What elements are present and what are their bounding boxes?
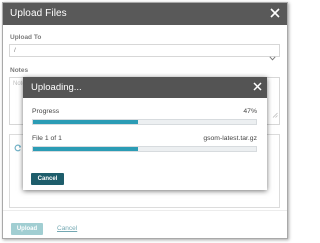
file-name: gsom-latest.tar.gz — [203, 135, 257, 142]
overall-progress-fill — [33, 120, 138, 124]
modal-titlebar: Uploading... — [23, 77, 267, 98]
file-progress-fill — [33, 147, 138, 151]
file-count-label: File 1 of 1 — [32, 135, 62, 142]
close-icon[interactable] — [252, 81, 263, 92]
modal-cancel-button[interactable]: Cancel — [31, 173, 64, 185]
dialog-title: Upload Files — [10, 8, 67, 19]
dialog-titlebar: Upload Files — [3, 3, 287, 25]
file-progress-bar — [32, 146, 257, 152]
progress-label: Progress — [32, 108, 60, 115]
overall-progress-bar — [32, 119, 257, 125]
uploading-modal: Uploading... Progress 47% File 1 of 1 gs… — [23, 77, 267, 190]
modal-title: Uploading... — [31, 82, 82, 93]
close-icon[interactable] — [269, 7, 281, 19]
progress-percent: 47% — [243, 108, 257, 115]
